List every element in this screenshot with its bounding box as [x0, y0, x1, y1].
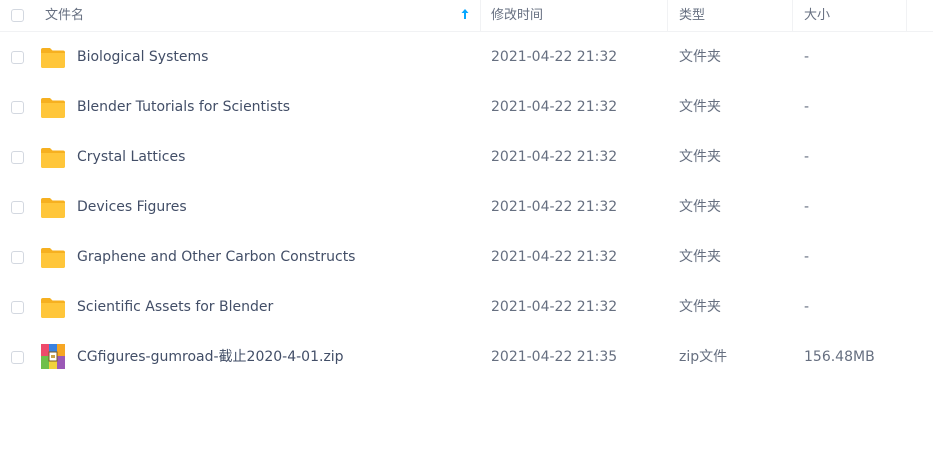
file-type: 文件夹 — [679, 249, 721, 265]
column-header-modified-time[interactable]: 修改时间 — [491, 0, 543, 31]
file-size: - — [804, 99, 810, 115]
file-list-body: Biological Systems 2021-04-22 21:32 文件夹 - Bl… — [0, 32, 933, 382]
folder-icon[interactable] — [40, 47, 66, 69]
file-name-link[interactable]: CGfigures-gumroad-截止2020-4-01.zip — [77, 332, 344, 382]
file-type: 文件夹 — [679, 99, 721, 115]
column-header-size[interactable]: 大小 — [804, 0, 830, 31]
file-type: 文件夹 — [679, 199, 721, 215]
column-header-name[interactable]: 文件名 — [45, 0, 84, 31]
folder-icon[interactable] — [40, 247, 66, 269]
row-checkbox[interactable] — [11, 351, 24, 364]
row-checkbox[interactable] — [11, 51, 24, 64]
modified-time: 2021-04-22 21:32 — [491, 49, 618, 65]
file-name-link[interactable]: Crystal Lattices — [77, 132, 185, 182]
file-type: 文件夹 — [679, 49, 721, 65]
column-divider[interactable] — [667, 0, 668, 31]
file-list-table: 文件名 修改时间 类型 大小 Biological Systems 2021-04… — [0, 0, 933, 382]
folder-icon[interactable] — [40, 197, 66, 219]
column-divider[interactable] — [906, 0, 907, 31]
file-size: 156.48MB — [804, 349, 875, 365]
column-header-type[interactable]: 类型 — [679, 0, 705, 31]
modified-time: 2021-04-22 21:32 — [491, 249, 618, 265]
modified-time: 2021-04-22 21:32 — [491, 299, 618, 315]
modified-time: 2021-04-22 21:35 — [491, 349, 618, 365]
file-name-link[interactable]: Devices Figures — [77, 182, 187, 232]
table-row[interactable]: Scientific Assets for Blender 2021-04-22 … — [0, 282, 933, 332]
table-row[interactable]: Graphene and Other Carbon Constructs 2021… — [0, 232, 933, 282]
table-row[interactable]: CGfigures-gumroad-截止2020-4-01.zip 2021-04… — [0, 332, 933, 382]
file-list-header: 文件名 修改时间 类型 大小 — [0, 0, 933, 32]
file-name-link[interactable]: Graphene and Other Carbon Constructs — [77, 232, 355, 282]
file-type: 文件夹 — [679, 299, 721, 315]
file-name-link[interactable]: Scientific Assets for Blender — [77, 282, 273, 332]
file-size: - — [804, 249, 810, 265]
modified-time: 2021-04-22 21:32 — [491, 149, 618, 165]
zip-archive-icon[interactable] — [40, 344, 66, 369]
select-all-checkbox[interactable] — [11, 9, 24, 22]
file-size: - — [804, 49, 810, 65]
row-checkbox[interactable] — [11, 301, 24, 314]
table-row[interactable]: Biological Systems 2021-04-22 21:32 文件夹 - — [0, 32, 933, 82]
modified-time: 2021-04-22 21:32 — [491, 199, 618, 215]
folder-icon[interactable] — [40, 97, 66, 119]
table-row[interactable]: Crystal Lattices 2021-04-22 21:32 文件夹 - — [0, 132, 933, 182]
row-checkbox[interactable] — [11, 151, 24, 164]
file-type: 文件夹 — [679, 149, 721, 165]
file-size: - — [804, 149, 810, 165]
folder-icon[interactable] — [40, 297, 66, 319]
modified-time: 2021-04-22 21:32 — [491, 99, 618, 115]
folder-icon[interactable] — [40, 147, 66, 169]
column-divider[interactable] — [792, 0, 793, 31]
table-row[interactable]: Devices Figures 2021-04-22 21:32 文件夹 - — [0, 182, 933, 232]
file-size: - — [804, 299, 810, 315]
row-checkbox[interactable] — [11, 251, 24, 264]
arrow-up-icon[interactable] — [460, 7, 470, 21]
row-checkbox[interactable] — [11, 201, 24, 214]
file-name-link[interactable]: Biological Systems — [77, 32, 208, 82]
file-type: zip文件 — [679, 349, 728, 365]
row-checkbox[interactable] — [11, 101, 24, 114]
table-row[interactable]: Blender Tutorials for Scientists 2021-04-… — [0, 82, 933, 132]
column-divider[interactable] — [480, 0, 481, 31]
file-size: - — [804, 199, 810, 215]
file-name-link[interactable]: Blender Tutorials for Scientists — [77, 82, 290, 132]
